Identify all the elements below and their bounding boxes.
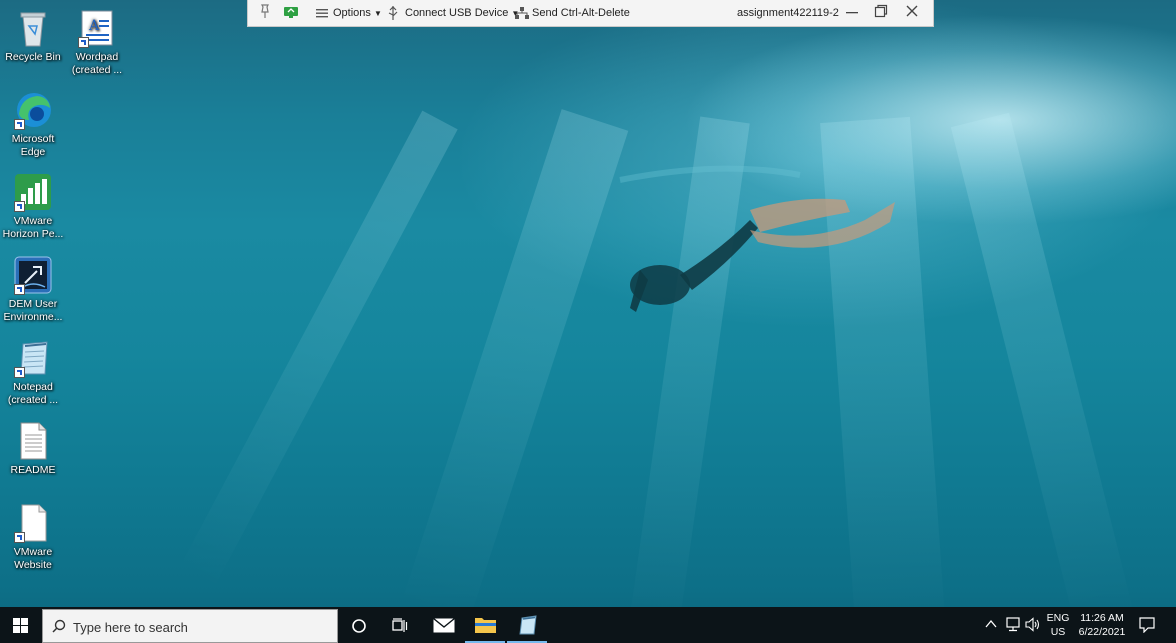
volume-icon[interactable] <box>1025 617 1041 632</box>
svg-text:A: A <box>88 18 100 34</box>
vmware-horizon-icon <box>13 172 53 212</box>
task-view-button[interactable] <box>381 607 419 643</box>
desktop-icon-microsoft-edge[interactable]: Microsoft Edge <box>0 90 66 159</box>
shortcut-arrow-icon <box>14 201 25 212</box>
connection-status-icon[interactable] <box>283 4 299 20</box>
close-icon[interactable] <box>905 4 919 18</box>
desktop-icon-label: README <box>10 464 56 476</box>
desktop-icon-wordpad[interactable]: A Wordpad (created ... <box>64 8 130 77</box>
desktop-icon-label: VMware Website <box>13 546 53 571</box>
blank-file-icon <box>13 503 53 543</box>
start-button[interactable] <box>0 607 42 643</box>
desktop-icon-dem-user-environment[interactable]: DEM User Environme... <box>0 255 66 324</box>
search-icon <box>52 619 66 633</box>
usb-icon <box>388 6 398 20</box>
dem-icon <box>13 255 53 295</box>
language-code: ENG <box>1046 612 1070 624</box>
wordpad-icon: A <box>77 8 117 48</box>
desktop-icon-label: Microsoft Edge <box>11 133 55 158</box>
desktop-icon-label: DEM User Environme... <box>3 298 63 323</box>
language-indicator[interactable]: ENG US <box>1044 612 1072 638</box>
network-keys-icon <box>515 7 529 19</box>
action-center-icon[interactable] <box>1139 617 1155 633</box>
send-ctrl-alt-delete-button[interactable]: Send Ctrl-Alt-Delete <box>532 7 630 19</box>
shortcut-arrow-icon <box>14 119 25 130</box>
cortana-button[interactable] <box>340 607 378 643</box>
desktop-icon-vmware-website[interactable]: VMware Website <box>0 503 66 572</box>
desktop-icon-notepad[interactable]: Notepad (created ... <box>0 338 66 407</box>
mail-icon <box>433 618 455 633</box>
connect-usb-label: Connect USB Device <box>405 7 509 19</box>
machine-name: assignment422119-2 <box>737 7 839 19</box>
network-icon[interactable] <box>1005 617 1021 632</box>
search-input[interactable] <box>71 616 325 638</box>
text-file-icon <box>13 421 53 461</box>
clock[interactable]: 11:26 AM 6/22/2021 <box>1074 612 1130 638</box>
pin-icon[interactable] <box>258 4 272 20</box>
shortcut-arrow-icon <box>14 367 25 378</box>
desktop-icon-label: Notepad (created ... <box>7 381 59 406</box>
desktop-icon-label: VMware Horizon Pe... <box>2 215 64 240</box>
desktop-icon-label: Recycle Bin <box>5 51 61 63</box>
taskbar-mail-app[interactable] <box>423 607 463 643</box>
restore-icon[interactable] <box>874 4 888 18</box>
notepad-icon <box>519 615 537 635</box>
taskbar-notepad-app[interactable] <box>507 607 547 643</box>
options-button[interactable]: Options ▼ <box>333 7 382 19</box>
wallpaper-light-ray <box>401 109 629 626</box>
desktop-icon-recycle-bin[interactable]: Recycle Bin <box>0 8 66 64</box>
recycle-bin-icon <box>13 8 53 48</box>
show-hidden-icons-chevron-icon[interactable] <box>985 619 997 629</box>
clock-time: 11:26 AM <box>1080 612 1124 624</box>
remote-session-toolbar: Options ▼ Connect USB Device ▼ Send Ctrl… <box>247 0 934 27</box>
task-view-icon <box>392 618 408 632</box>
minimize-icon[interactable] <box>845 5 859 19</box>
edge-icon <box>13 90 53 130</box>
clock-date: 6/22/2021 <box>1078 626 1126 638</box>
windows-logo-icon <box>13 618 28 633</box>
wallpaper-light-ray <box>178 110 458 589</box>
desktop-icon-vmware-horizon[interactable]: VMware Horizon Pe... <box>0 172 66 241</box>
keyboard-layout: US <box>1050 626 1066 638</box>
taskbar-file-explorer-app[interactable] <box>465 607 505 643</box>
connect-usb-button[interactable]: Connect USB Device ▼ <box>405 7 519 19</box>
shortcut-arrow-icon <box>14 284 25 295</box>
options-menu-icon <box>316 9 328 18</box>
desktop-icon-label: Wordpad (created ... <box>71 51 123 76</box>
desktop-wallpaper <box>0 0 1176 643</box>
chevron-down-icon: ▼ <box>373 9 382 18</box>
wallpaper-light-ray <box>950 112 1135 632</box>
notepad-icon <box>13 338 53 378</box>
folder-icon <box>475 618 496 633</box>
shortcut-arrow-icon <box>14 532 25 543</box>
diver-silhouette <box>619 165 895 312</box>
options-label: Options <box>333 7 371 19</box>
taskbar-search-box[interactable] <box>42 609 338 643</box>
desktop-icon-readme[interactable]: README <box>0 421 66 477</box>
shortcut-arrow-icon <box>78 37 89 48</box>
cortana-circle-icon <box>352 619 366 633</box>
